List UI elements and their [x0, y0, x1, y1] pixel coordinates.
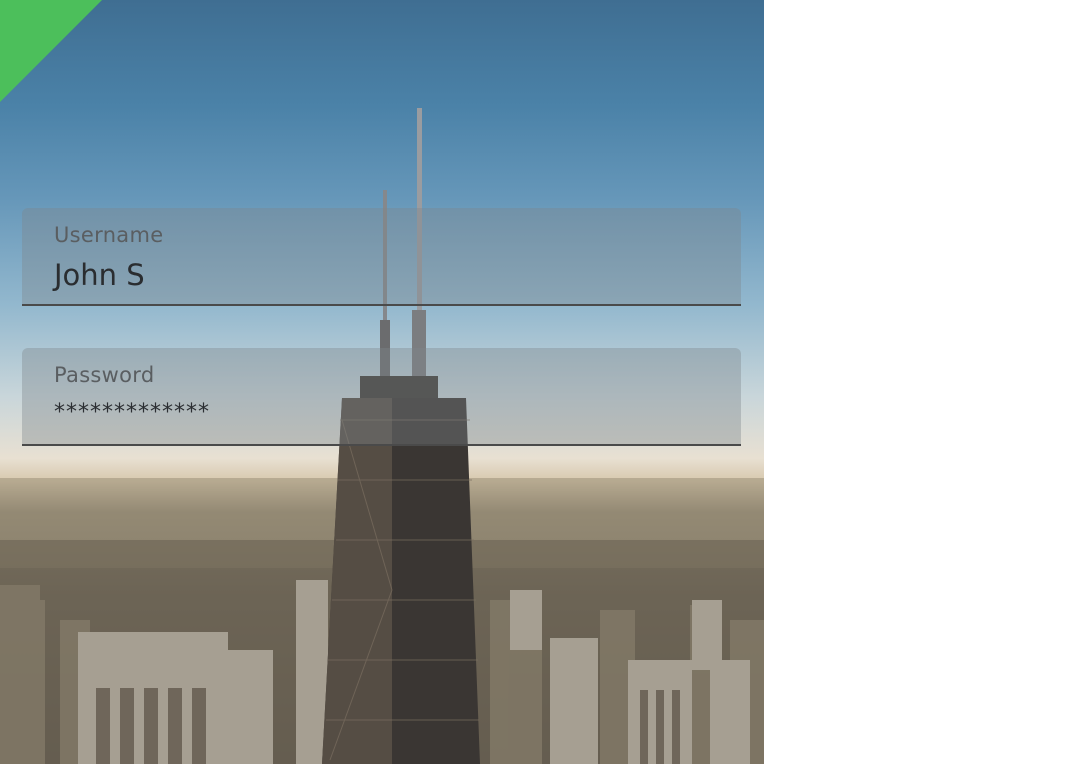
corner-accent-ribbon — [0, 0, 102, 102]
password-label: Password — [54, 363, 155, 387]
username-field[interactable]: Username John S — [22, 208, 741, 306]
password-input-value[interactable]: ************* — [54, 400, 210, 425]
password-field[interactable]: Password ************* — [22, 348, 741, 446]
username-input-value[interactable]: John S — [54, 258, 145, 292]
username-label: Username — [54, 223, 164, 247]
